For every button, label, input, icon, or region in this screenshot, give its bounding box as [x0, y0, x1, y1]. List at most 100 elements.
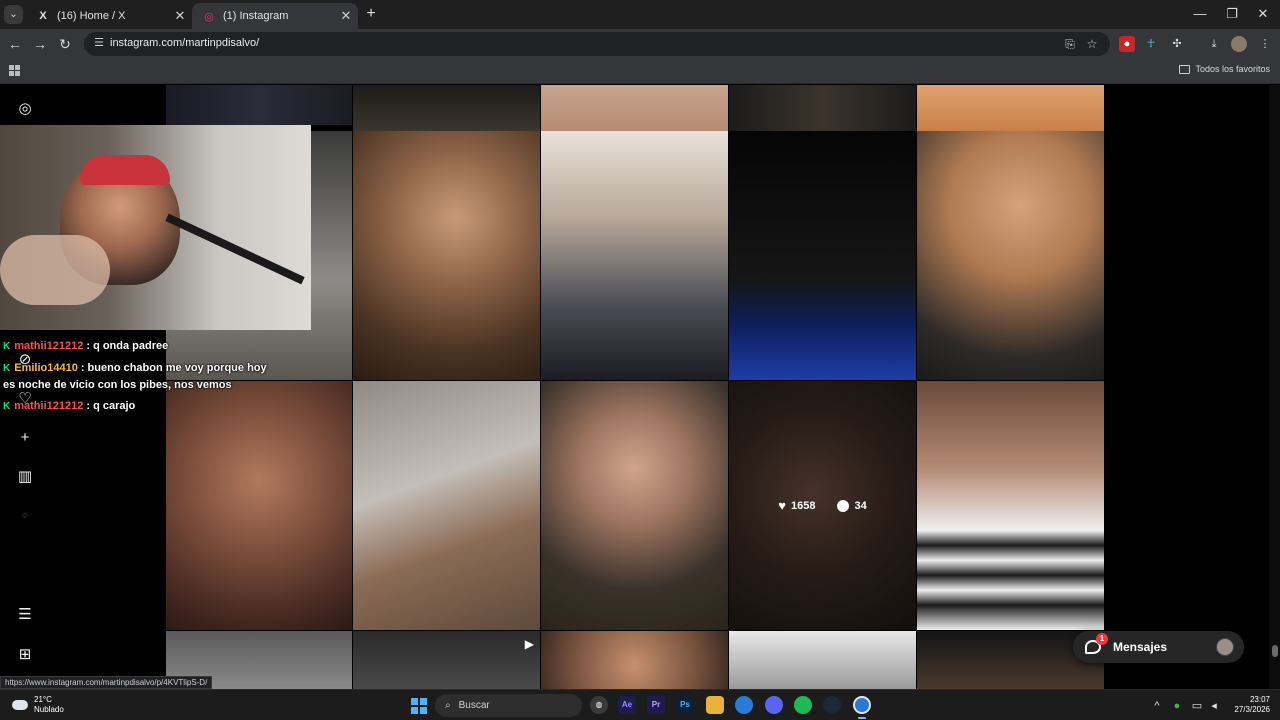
kick-badge-icon: K: [3, 363, 11, 374]
address-bar[interactable]: ☰ instagram.com/martinpdisalvo/ ⎘ ☆: [84, 32, 1110, 56]
minimize-button[interactable]: —: [1183, 0, 1217, 29]
extensions-puzzle-icon[interactable]: ✣: [1169, 36, 1185, 52]
download-icon[interactable]: ⤓: [1206, 36, 1222, 52]
messages-label: Mensajes: [1113, 640, 1168, 654]
post-thumbnail[interactable]: [729, 631, 916, 689]
clock-date: 27/3/2026: [1234, 705, 1270, 714]
weather-widget[interactable]: 21°C Nublado: [12, 695, 64, 715]
microphone-icon[interactable]: ●: [1170, 699, 1184, 713]
tab-instagram[interactable]: ◎ (1) Instagram ✕: [192, 3, 358, 29]
restore-button[interactable]: ❐: [1215, 0, 1249, 29]
post-thumbnail[interactable]: [353, 85, 540, 131]
chat-message-continuation: es noche de vicio con los pibes, nos vem…: [3, 379, 232, 391]
site-info-icon[interactable]: ☰: [92, 36, 106, 50]
microphone-arm: [165, 213, 305, 285]
post-thumbnail[interactable]: ▶: [353, 631, 540, 689]
extension-shield-icon[interactable]: ●: [1119, 36, 1135, 52]
chrome-icon[interactable]: [735, 696, 753, 714]
scrollbar-thumb[interactable]: [1272, 645, 1278, 657]
threads-icon[interactable]: ◌: [16, 507, 34, 525]
more-menu-icon[interactable]: ☰: [16, 606, 34, 624]
search-placeholder: Buscar: [458, 700, 490, 711]
widgets-icon[interactable]: ◍: [590, 696, 608, 714]
system-clock[interactable]: 23:07 27/3/2026: [1234, 695, 1270, 715]
folder-icon: [1179, 64, 1191, 74]
chrome-active-icon[interactable]: [853, 696, 871, 714]
bookmark-star-icon[interactable]: ☆: [1084, 36, 1100, 52]
tab-title: (1) Instagram: [223, 10, 289, 22]
post-thumbnail[interactable]: [729, 85, 916, 131]
new-tab-button[interactable]: +: [362, 4, 380, 24]
post-thumbnail[interactable]: [353, 131, 540, 380]
show-hidden-icons[interactable]: ^: [1150, 699, 1164, 713]
weather-temp: 21°C: [34, 695, 52, 704]
browser-toolbar: ← → ↻ ☰ instagram.com/martinpdisalvo/ ⎘ …: [0, 29, 1280, 59]
window-close-button[interactable]: ✕: [1246, 0, 1280, 29]
post-thumbnail[interactable]: [166, 85, 352, 125]
after-effects-icon[interactable]: Ae: [618, 696, 636, 714]
install-app-icon[interactable]: ⎘: [1062, 36, 1078, 52]
spotify-icon[interactable]: [794, 696, 812, 714]
create-plus-icon[interactable]: +: [16, 429, 34, 447]
also-from-meta-icon[interactable]: ⊞: [16, 646, 34, 664]
profile-avatar[interactable]: [1231, 36, 1247, 52]
close-tab-icon[interactable]: ✕: [334, 8, 358, 24]
chat-username: mathii121212: [14, 400, 84, 412]
menu-kebab-icon[interactable]: ⋮: [1257, 36, 1273, 52]
steam-icon[interactable]: [823, 696, 841, 714]
volume-icon[interactable]: ◂: [1207, 699, 1221, 713]
comment-icon: [837, 499, 850, 512]
taskbar-search[interactable]: ⌕ Buscar: [435, 694, 582, 717]
all-bookmarks-button[interactable]: Todos los favoritos: [1179, 64, 1270, 74]
chat-username: Emilio14410: [14, 362, 78, 374]
discord-icon[interactable]: [765, 696, 783, 714]
stream-webcam-overlay: [0, 125, 311, 330]
instagram-logo-icon[interactable]: ◎: [16, 100, 34, 118]
search-icon: ⌕: [445, 700, 451, 711]
instagram-icon: ◎: [204, 10, 214, 23]
cloud-icon: [12, 700, 28, 710]
premiere-pro-icon[interactable]: Pr: [647, 696, 665, 714]
file-explorer-icon[interactable]: [706, 696, 724, 714]
dashboard-icon[interactable]: ▥: [16, 468, 34, 486]
heart-icon: ♥: [778, 498, 786, 513]
tab-search-button[interactable]: ⌄: [4, 5, 23, 24]
windows-taskbar: 21°C Nublado ⌕ Buscar ◍ Ae Pr Ps ^ ● ▭ ◂…: [0, 689, 1280, 720]
post-thumbnail[interactable]: [353, 381, 540, 630]
apps-grid-icon[interactable]: [9, 65, 20, 76]
chat-message: Kmathii121212: q carajo: [3, 400, 135, 412]
post-thumbnail[interactable]: [917, 131, 1104, 380]
messages-count-badge: 1: [1096, 633, 1108, 645]
messages-button[interactable]: 1 Mensajes: [1073, 631, 1244, 663]
post-thumbnail[interactable]: [729, 131, 916, 380]
chat-message: K Emilio14410: bueno chabon me voy porque…: [3, 362, 267, 374]
post-thumbnail-hovered[interactable]: ♥ 1658 34: [729, 381, 916, 630]
post-thumbnail[interactable]: [541, 131, 728, 380]
back-icon[interactable]: ←: [6, 35, 24, 53]
bookmarks-bar: Todos los favoritos: [0, 59, 1280, 84]
chat-username: mathii121212: [14, 340, 84, 352]
post-thumbnail[interactable]: [917, 381, 1104, 630]
forward-icon[interactable]: →: [31, 35, 49, 53]
post-thumbnail[interactable]: [541, 85, 728, 131]
post-thumbnail[interactable]: [917, 85, 1104, 131]
photoshop-icon[interactable]: Ps: [676, 696, 694, 714]
close-tab-icon[interactable]: ✕: [168, 8, 192, 24]
page-scrollbar[interactable]: [1269, 85, 1280, 689]
active-app-indicator: [858, 717, 866, 719]
post-stats-overlay[interactable]: ♥ 1658 34: [729, 381, 916, 630]
post-thumbnail[interactable]: [541, 381, 728, 630]
avatar: [1216, 638, 1234, 656]
messenger-icon: 1: [1085, 633, 1108, 654]
reload-icon[interactable]: ↻: [56, 35, 74, 53]
tab-strip: ⌄ X (16) Home / X ✕ ◎ (1) Instagram ✕ + …: [0, 0, 1280, 29]
tab-x-home[interactable]: X (16) Home / X ✕: [26, 3, 192, 29]
chat-text: : q onda padree: [86, 340, 169, 352]
url-text[interactable]: instagram.com/martinpdisalvo/: [110, 37, 259, 49]
post-thumbnail[interactable]: [541, 631, 728, 689]
extension-translate-icon[interactable]: ☥: [1143, 36, 1159, 52]
instagram-profile-page: ♥ 1658 34 ▶ ◎ ⊘ ♡ + ▥ ◌ ☰ ⊞ Kmathii12121…: [0, 85, 1280, 689]
network-icon[interactable]: ▭: [1190, 699, 1204, 713]
post-thumbnail[interactable]: [166, 381, 352, 630]
windows-start-icon[interactable]: [411, 698, 427, 714]
